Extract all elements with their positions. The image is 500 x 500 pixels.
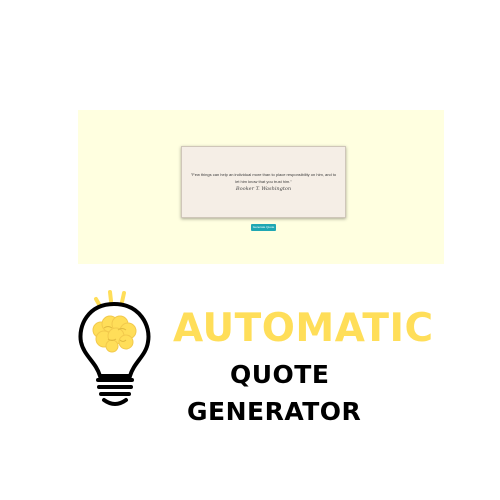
lightbulb-brain-icon <box>78 290 151 406</box>
brand-title-generator: GENERATOR <box>187 397 362 426</box>
brand-title-automatic: AUTOMATIC <box>173 306 434 351</box>
page: "Few things can help an individual more … <box>0 0 500 500</box>
quote-card: "Few things can help an individual more … <box>181 146 346 218</box>
brain-icon <box>92 315 137 353</box>
app-screenshot: "Few things can help an individual more … <box>78 110 444 264</box>
quote-author: Booker T. Washington <box>235 186 292 192</box>
brand-title-quote: QUOTE <box>230 360 330 389</box>
quote-text: "Few things can help an individual more … <box>190 172 337 184</box>
bulb-base <box>96 378 134 406</box>
generate-quote-button[interactable]: Generate Quote <box>251 224 276 231</box>
